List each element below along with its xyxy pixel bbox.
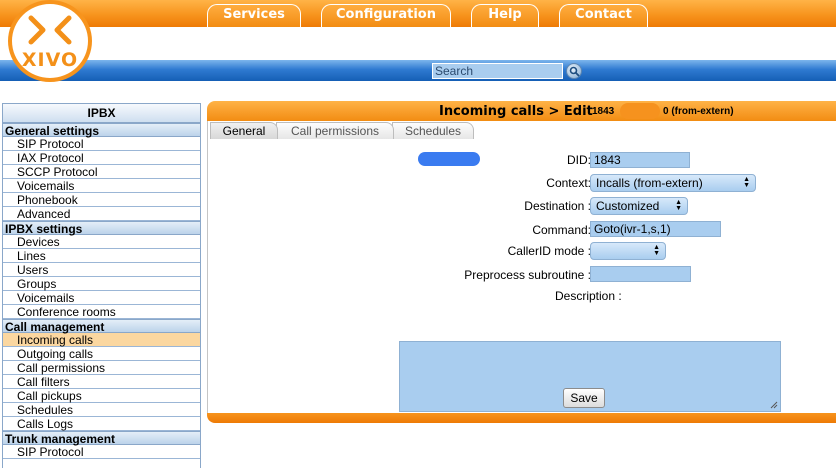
form-area: DID: 1843 Context: Incalls (from-extern)… [207, 139, 836, 413]
search-input[interactable] [432, 63, 563, 79]
select-arrows-icon: ▲ ▼ [743, 176, 750, 189]
did-label: DID: [567, 153, 591, 167]
command-field[interactable]: Goto(ivr-1,s,1) [590, 221, 721, 237]
select-arrows-icon: ▲ ▼ [653, 244, 660, 257]
nav-tab-configuration[interactable]: Configuration [321, 4, 451, 27]
sidebar-item-call-filters[interactable]: Call filters [3, 375, 200, 389]
sidebar-section-ipbx-settings: IPBX settings [3, 221, 200, 236]
sidebar-section-general-settings: General settings [3, 123, 200, 138]
tab-bar: Schedules Call permissions General [207, 121, 836, 139]
did-field[interactable]: 1843 [590, 152, 690, 168]
page-title-number: 1843 [592, 106, 615, 117]
command-label: Command: [532, 223, 591, 237]
search-bar [0, 60, 836, 81]
sidebar-section-call-management: Call management [3, 319, 200, 334]
save-button[interactable]: Save [563, 388, 605, 408]
context-select-value: Incalls (from-extern) [596, 176, 703, 190]
redaction-mark [418, 152, 480, 166]
sidebar-item-phonebook[interactable]: Phonebook [3, 193, 200, 207]
sidebar: IPBX General settings SIP Protocol IAX P… [2, 103, 201, 468]
logo-arrows-icon [28, 15, 72, 45]
logo-text: XIVO [21, 49, 79, 71]
sidebar-item-groups[interactable]: Groups [3, 277, 200, 291]
callerid-mode-select[interactable]: ▲ ▼ [590, 242, 666, 260]
destination-label: Destination : [524, 199, 591, 213]
panel-footer [207, 413, 836, 423]
sidebar-item-conference-rooms[interactable]: Conference rooms [3, 305, 200, 319]
select-arrows-icon: ▲ ▼ [675, 199, 682, 212]
sidebar-item-outgoing-calls[interactable]: Outgoing calls [3, 347, 200, 361]
sidebar-item-sip-protocol[interactable]: SIP Protocol [3, 137, 200, 151]
context-label: Context: [546, 176, 591, 190]
sidebar-item-incoming-calls[interactable]: Incoming calls [3, 333, 200, 347]
search-button[interactable] [566, 63, 582, 79]
sidebar-item-call-pickups[interactable]: Call pickups [3, 389, 200, 403]
nav-tab-contact[interactable]: Contact [559, 4, 648, 27]
destination-select[interactable]: Customized ▲ ▼ [590, 197, 688, 215]
sidebar-item-users[interactable]: Users [3, 263, 200, 277]
panel-header: Incoming calls > Edit 1843 0 (from-exter… [207, 101, 836, 121]
sidebar-title: IPBX [3, 104, 200, 123]
main-panel: Incoming calls > Edit 1843 0 (from-exter… [207, 101, 836, 423]
sidebar-item-advanced[interactable]: Advanced [3, 207, 200, 221]
page-title-context: 0 (from-extern) [663, 106, 734, 117]
sidebar-item-schedules[interactable]: Schedules [3, 403, 200, 417]
nav-tab-help[interactable]: Help [471, 4, 539, 27]
context-select[interactable]: Incalls (from-extern) ▲ ▼ [590, 174, 756, 192]
description-label: Description : [555, 289, 622, 303]
sidebar-item-voicemails[interactable]: Voicemails [3, 291, 200, 305]
sidebar-item-calls-logs[interactable]: Calls Logs [3, 417, 200, 431]
preprocess-subroutine-field[interactable] [590, 266, 691, 282]
sidebar-item-devices[interactable]: Devices [3, 235, 200, 249]
sidebar-item-call-permissions[interactable]: Call permissions [3, 361, 200, 375]
preprocess-subroutine-label: Preprocess subroutine : [464, 268, 591, 282]
sidebar-section-trunk-management: Trunk management [3, 431, 200, 446]
redaction-mark [620, 103, 660, 119]
destination-select-value: Customized [596, 199, 660, 213]
sidebar-item-trunk-sip-protocol[interactable]: SIP Protocol [3, 445, 200, 459]
tab-call-permissions[interactable]: Call permissions [276, 122, 394, 139]
resize-grip-icon[interactable] [770, 401, 778, 409]
xivo-logo[interactable]: XIVO [8, 0, 92, 82]
tab-general[interactable]: General [210, 122, 278, 139]
sidebar-item-voicemails-general[interactable]: Voicemails [3, 179, 200, 193]
callerid-mode-label: CallerID mode : [507, 244, 591, 258]
sidebar-item-lines[interactable]: Lines [3, 249, 200, 263]
nav-tab-services[interactable]: Services [207, 4, 301, 27]
sidebar-item-iax-protocol[interactable]: IAX Protocol [3, 151, 200, 165]
tab-schedules[interactable]: Schedules [392, 122, 474, 139]
sidebar-item-sccp-protocol[interactable]: SCCP Protocol [3, 165, 200, 179]
search-icon [569, 66, 580, 77]
page-title: Incoming calls > Edit [439, 104, 593, 119]
